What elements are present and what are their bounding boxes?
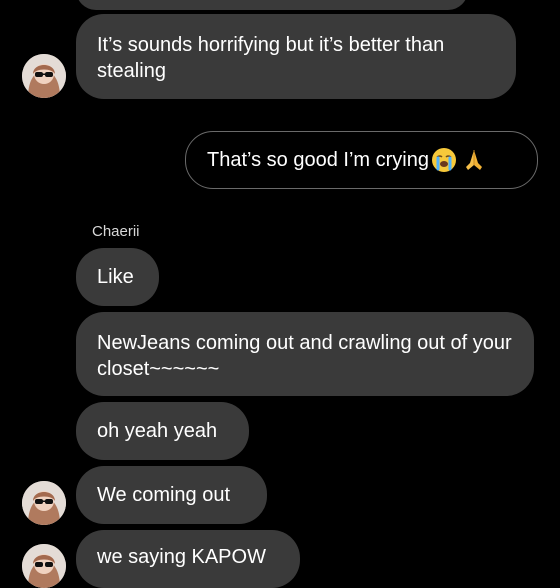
sender-name: Chaerii [92, 223, 140, 240]
message-text: It’s sounds horrifying but it’s better t… [97, 34, 445, 82]
message-bubble[interactable]: It’s sounds horrifying but it’s better t… [76, 14, 516, 99]
chat-thread: It’s sounds horrifying but it’s better t… [0, 0, 560, 588]
folded-hands-icon [461, 147, 487, 173]
sender-avatar[interactable] [22, 54, 66, 98]
sender-avatar[interactable] [22, 481, 66, 525]
sender-avatar[interactable] [22, 544, 66, 588]
message-bubble[interactable]: we saying KAPOW [76, 530, 300, 588]
message-bubble[interactable]: oh yeah yeah [76, 402, 249, 460]
message-text: That’s so good I’m crying [207, 149, 429, 171]
message-text: We coming out [97, 484, 231, 506]
message-bubble[interactable]: NewJeans coming out and crawling out of … [76, 312, 534, 396]
message-text: Like [97, 266, 134, 288]
message-bubble[interactable]: We coming out [76, 466, 267, 524]
crying-face-icon [431, 147, 457, 173]
message-bubble-outgoing[interactable]: That’s so good I’m crying [185, 131, 538, 189]
message-text: oh yeah yeah [97, 420, 218, 442]
message-bubble-cut-off[interactable] [76, 0, 468, 10]
message-text: we saying KAPOW [97, 546, 266, 568]
message-bubble[interactable]: Like [76, 248, 159, 306]
message-text: NewJeans coming out and crawling out of … [97, 332, 512, 380]
